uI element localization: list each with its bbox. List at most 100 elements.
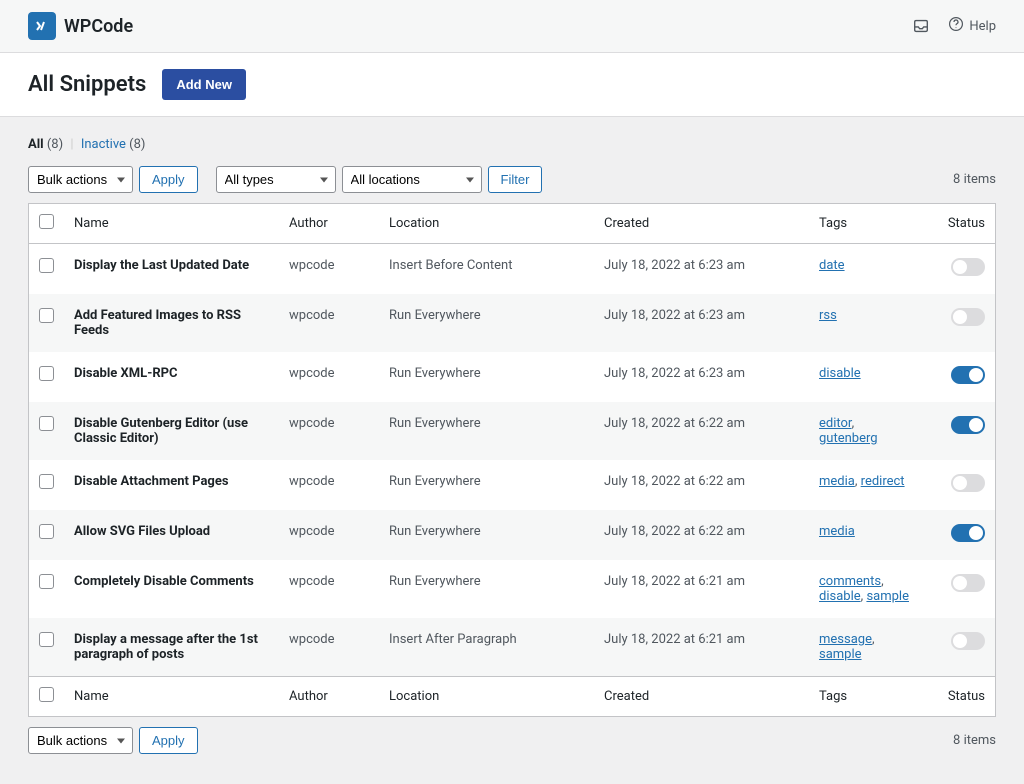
snippet-name[interactable]: Add Featured Images to RSS Feeds <box>74 308 241 338</box>
col-footer-author: Author <box>279 677 379 717</box>
row-checkbox[interactable] <box>39 632 54 647</box>
inbox-icon[interactable] <box>912 17 930 35</box>
tag-link[interactable]: gutenberg <box>819 431 878 446</box>
tag-link[interactable]: disable <box>819 589 861 604</box>
tags-cell: media, redirect <box>809 460 926 510</box>
location-cell: Insert Before Content <box>379 244 594 295</box>
filter-all[interactable]: All <box>28 137 44 152</box>
tag-link[interactable]: sample <box>866 589 909 604</box>
types-select[interactable]: All types <box>216 166 336 193</box>
topbar: WPCode Help <box>0 0 1024 53</box>
table-row: Allow SVG Files UploadwpcodeRun Everywhe… <box>29 510 996 560</box>
filter-views: All (8) | Inactive (8) <box>28 137 996 152</box>
author-cell: wpcode <box>279 402 379 460</box>
tag-link[interactable]: editor <box>819 416 852 431</box>
tags-cell: message, sample <box>809 618 926 677</box>
brand-name: WPCode <box>64 16 133 37</box>
tablenav-bottom-left: Bulk actions Apply <box>28 727 198 754</box>
topbar-right: Help <box>912 16 996 36</box>
table-row: Completely Disable Comments wpcodeRun Eve… <box>29 560 996 618</box>
tags-cell: disable <box>809 352 926 402</box>
snippet-name[interactable]: Completely Disable Comments <box>74 574 254 589</box>
table-row: Display the Last Updated Date wpcodeInser… <box>29 244 996 295</box>
tag-link[interactable]: comments <box>819 574 881 589</box>
col-footer-status: Status <box>926 677 996 717</box>
author-cell: wpcode <box>279 244 379 295</box>
table-row: Add Featured Images to RSS Feeds wpcodeRu… <box>29 294 996 352</box>
location-cell: Run Everywhere <box>379 460 594 510</box>
tags-cell: date <box>809 244 926 295</box>
status-toggle[interactable] <box>951 258 985 276</box>
select-all-checkbox-top[interactable] <box>39 214 54 229</box>
snippet-name[interactable]: Disable Attachment Pages <box>74 474 229 489</box>
bulk-actions-select-bottom[interactable]: Bulk actions <box>28 727 133 754</box>
snippet-name[interactable]: Display the Last Updated Date <box>74 258 249 273</box>
tags-cell: editor, gutenberg <box>809 402 926 460</box>
author-cell: wpcode <box>279 460 379 510</box>
author-cell: wpcode <box>279 294 379 352</box>
table-row: Disable Attachment Pages wpcodeRun Everyw… <box>29 460 996 510</box>
status-toggle[interactable] <box>951 366 985 384</box>
logo[interactable]: WPCode <box>28 12 133 40</box>
snippet-name[interactable]: Display a message after the 1st paragrap… <box>74 632 258 662</box>
col-header-status[interactable]: Status <box>926 204 996 244</box>
status-toggle[interactable] <box>951 574 985 592</box>
snippet-name[interactable]: Disable Gutenberg Editor (use Classic Ed… <box>74 416 248 446</box>
locations-select[interactable]: All locations <box>342 166 482 193</box>
row-checkbox[interactable] <box>39 258 54 273</box>
created-cell: July 18, 2022 at 6:23 am <box>594 294 809 352</box>
col-header-location[interactable]: Location <box>379 204 594 244</box>
status-toggle[interactable] <box>951 308 985 326</box>
location-cell: Run Everywhere <box>379 352 594 402</box>
status-toggle[interactable] <box>951 416 985 434</box>
content: All (8) | Inactive (8) Bulk actions Appl… <box>0 117 1024 784</box>
filter-button[interactable]: Filter <box>488 166 543 193</box>
col-footer-name: Name <box>64 677 279 717</box>
status-toggle[interactable] <box>951 632 985 650</box>
apply-button[interactable]: Apply <box>139 166 198 193</box>
author-cell: wpcode <box>279 560 379 618</box>
help-link[interactable]: Help <box>948 16 996 36</box>
location-cell: Insert After Paragraph <box>379 618 594 677</box>
bulk-actions-select[interactable]: Bulk actions <box>28 166 133 193</box>
tag-link[interactable]: redirect <box>861 474 905 489</box>
snippet-name[interactable]: Disable XML-RPC <box>74 366 178 381</box>
location-cell: Run Everywhere <box>379 294 594 352</box>
row-checkbox[interactable] <box>39 524 54 539</box>
col-header-created[interactable]: Created <box>594 204 809 244</box>
created-cell: July 18, 2022 at 6:22 am <box>594 510 809 560</box>
col-footer-location: Location <box>379 677 594 717</box>
row-checkbox[interactable] <box>39 308 54 323</box>
table-row: Display a message after the 1st paragrap… <box>29 618 996 677</box>
snippet-name[interactable]: Allow SVG Files Upload <box>74 524 210 539</box>
tags-cell: comments, disable, sample <box>809 560 926 618</box>
apply-button-bottom[interactable]: Apply <box>139 727 198 754</box>
col-header-tags[interactable]: Tags <box>809 204 926 244</box>
location-cell: Run Everywhere <box>379 560 594 618</box>
col-footer-tags: Tags <box>809 677 926 717</box>
tag-link[interactable]: media <box>819 474 855 489</box>
tag-link[interactable]: sample <box>819 647 862 662</box>
location-cell: Run Everywhere <box>379 402 594 460</box>
author-cell: wpcode <box>279 618 379 677</box>
created-cell: July 18, 2022 at 6:21 am <box>594 560 809 618</box>
tablenav-top: Bulk actions Apply All types All locatio… <box>28 166 996 193</box>
row-checkbox[interactable] <box>39 416 54 431</box>
tag-link[interactable]: message <box>819 632 872 647</box>
tag-link[interactable]: date <box>819 258 845 273</box>
row-checkbox[interactable] <box>39 366 54 381</box>
col-header-name[interactable]: Name <box>64 204 279 244</box>
status-toggle[interactable] <box>951 474 985 492</box>
author-cell: wpcode <box>279 352 379 402</box>
items-count-bottom: 8 items <box>953 733 996 748</box>
tag-link[interactable]: rss <box>819 308 837 323</box>
select-all-checkbox-bottom[interactable] <box>39 687 54 702</box>
row-checkbox[interactable] <box>39 474 54 489</box>
filter-inactive[interactable]: Inactive <box>81 137 126 152</box>
row-checkbox[interactable] <box>39 574 54 589</box>
add-new-button[interactable]: Add New <box>162 69 246 100</box>
status-toggle[interactable] <box>951 524 985 542</box>
col-header-author[interactable]: Author <box>279 204 379 244</box>
tag-link[interactable]: media <box>819 524 855 539</box>
tag-link[interactable]: disable <box>819 366 861 381</box>
